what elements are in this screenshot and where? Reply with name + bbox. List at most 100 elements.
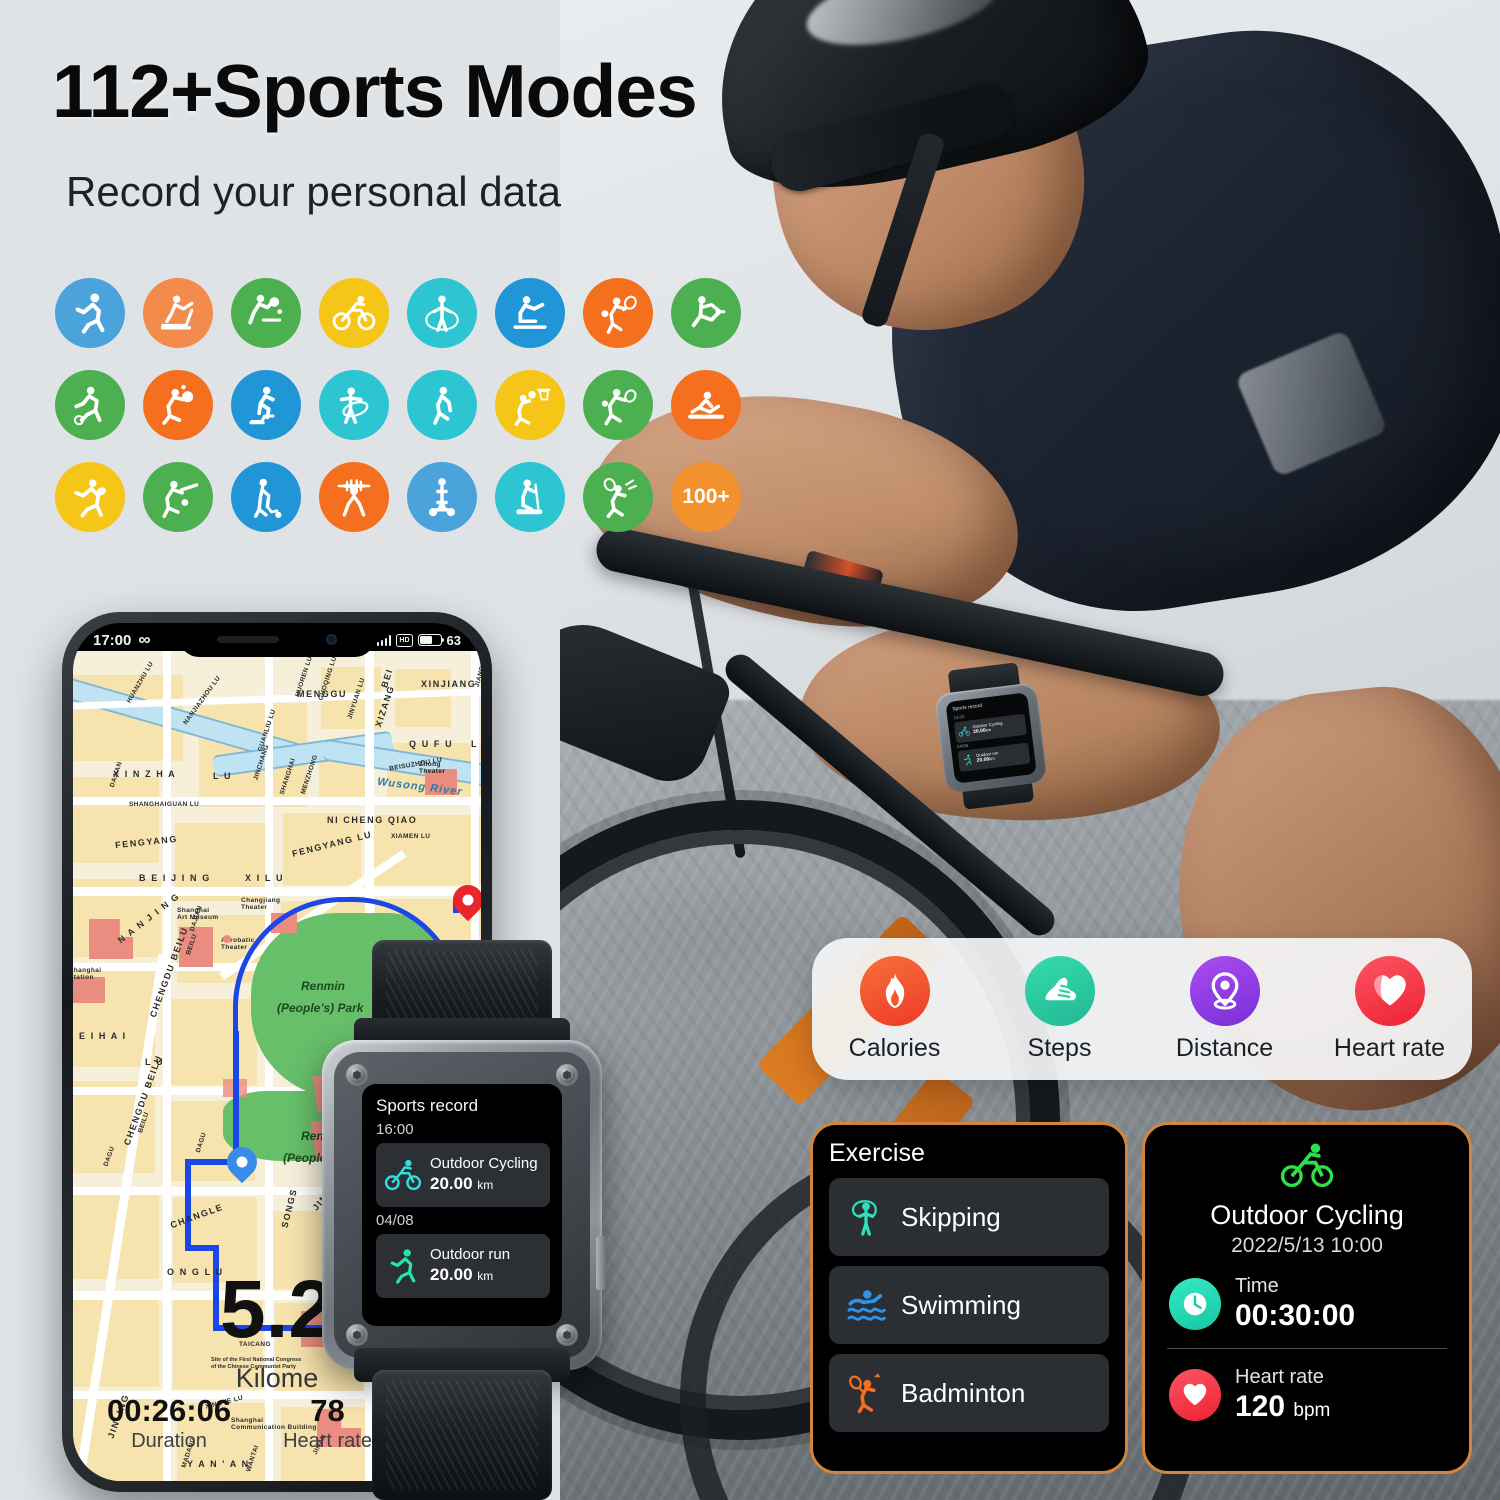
hula-hoop-icon (319, 370, 389, 440)
badminton-icon (583, 370, 653, 440)
cycling-icon (1280, 1143, 1334, 1188)
headline: 112+Sports Modes (52, 49, 698, 133)
badminton-icon (849, 1373, 881, 1414)
exercise-panel-title: Exercise (829, 1139, 925, 1167)
heart-icon (1373, 974, 1406, 1005)
feature-calories: Calories (820, 955, 970, 1063)
treadmill-icon (143, 278, 213, 348)
cycling-metric-time: Time 00:30:00 (1161, 1274, 1453, 1334)
watch-activity-2: Outdoor run (430, 1245, 511, 1263)
duration-value: 00:26:06 (106, 1392, 232, 1428)
running-icon (390, 1249, 416, 1284)
racket-sport-icon (583, 462, 653, 532)
feature-distance: Distance (1150, 955, 1300, 1063)
watch-case: Sports record 16:00 Outdoor Cycling 20.0… (322, 1040, 606, 1370)
walking-icon (407, 370, 477, 440)
watch-side-button[interactable] (596, 1236, 606, 1290)
watch-strap-bottom (372, 1370, 552, 1500)
watch-screw-bl (346, 1324, 368, 1346)
cycling-icon (384, 1159, 422, 1191)
location-pin-icon (1211, 971, 1238, 1010)
heart-icon (1183, 1383, 1207, 1406)
watch-group-date-2: 04/08 (376, 1212, 414, 1229)
watch-group-date-1: 16:00 (376, 1121, 414, 1138)
stepper-icon (495, 462, 565, 532)
status-time: 17:00 (93, 631, 132, 649)
battery-percent: 63 (446, 632, 461, 648)
feature-heart-rate: Heart rate (1315, 955, 1465, 1063)
hd-icon: HD (396, 633, 413, 647)
watch-record-card-2[interactable]: Outdoor run 20.00 km (376, 1234, 550, 1298)
phone-status-bar: 17:00 ∞ HD 63 (73, 623, 481, 657)
rugby-icon (55, 462, 125, 532)
table-tennis-icon (231, 278, 301, 348)
exercise-label-swimming: Swimming (901, 1289, 1021, 1320)
skipping-rope-icon (852, 1200, 877, 1236)
cycling-summary-panel: Outdoor Cycling 2022/5/13 10:00 Time 00:… (1142, 1122, 1472, 1474)
cycling-icon (958, 726, 970, 737)
battery-icon (417, 634, 445, 646)
feature-steps-label: Steps (1027, 1033, 1092, 1062)
cycling-datetime: 2022/5/13 10:00 (1231, 1234, 1383, 1257)
watch-screen-title: Sports record (376, 1096, 479, 1115)
clock-icon (1183, 1292, 1207, 1316)
watch-screw-tr (556, 1064, 578, 1086)
soccer-icon (55, 370, 125, 440)
exercise-item-badminton[interactable]: Badminton (829, 1354, 1109, 1432)
running-icon (55, 278, 125, 348)
feature-steps: Steps (985, 955, 1135, 1063)
rowing-icon (495, 278, 565, 348)
golf-icon (231, 462, 301, 532)
signal-bars-icon (376, 634, 392, 646)
watch-record-card-1[interactable]: Outdoor Cycling 20.00 km (376, 1143, 550, 1207)
infinity-icon: ∞ (138, 630, 151, 649)
wrist-watch-screen: Sports record 16:00 Outdoor Cycling 20.0… (945, 692, 1037, 784)
watch-screw-br (556, 1324, 578, 1346)
feature-calories-label: Calories (848, 1033, 941, 1062)
volleyball-icon (143, 370, 213, 440)
feature-heart-rate-label: Heart rate (1333, 1033, 1446, 1062)
cycling-icon (319, 278, 389, 348)
subheadline: Record your personal data (66, 168, 561, 215)
baseball-icon (143, 462, 213, 532)
exercise-label-badminton: Badminton (901, 1377, 1026, 1408)
climbing-icon (231, 370, 301, 440)
cycling-heart-rate-unit: bpm (1293, 1400, 1331, 1421)
shoe-icon (1045, 977, 1076, 1000)
exercise-item-skipping[interactable]: Skipping (829, 1178, 1109, 1256)
cycling-time-label: Time (1235, 1275, 1279, 1297)
sports-modes-grid: 100+ (55, 278, 759, 554)
segway-icon (407, 462, 477, 532)
exercise-item-swimming[interactable]: Swimming (829, 1266, 1109, 1344)
panel-divider (1167, 1348, 1447, 1349)
watch-unit-1: km (477, 1178, 494, 1193)
wrist-distance-1: 20.00 (972, 728, 987, 736)
watch-unit-2: km (477, 1269, 494, 1284)
wrist-distance-2: 20.00 (976, 756, 990, 765)
flame-icon (885, 972, 904, 1008)
duration-label: Duration (131, 1430, 207, 1452)
watch-distance-1: 20.00 (430, 1174, 473, 1194)
product-marketing-image: Sports record 16:00 Outdoor Cycling 20.0… (0, 0, 1500, 1500)
watch-distance-2: 20.00 (430, 1265, 473, 1285)
cycling-heart-rate-label: Heart rate (1235, 1366, 1324, 1388)
yoga-icon (671, 278, 741, 348)
running-icon (964, 754, 972, 766)
exercise-label-skipping: Skipping (901, 1201, 1001, 1232)
feature-pill-bar: Calories Steps Distance Heart rate (812, 938, 1472, 1080)
watch-screw-tl (346, 1064, 368, 1086)
swimming-icon (847, 1290, 886, 1321)
cycling-time-value: 00:30:00 (1235, 1299, 1356, 1332)
duration-stat: 00:26:06 Duration (106, 1392, 232, 1453)
watch-screen[interactable]: Sports record 16:00 Outdoor Cycling 20.0… (362, 1084, 562, 1326)
cycling-metric-heart-rate: Heart rate 120 bpm (1161, 1365, 1453, 1425)
feature-distance-label: Distance (1175, 1033, 1274, 1062)
cycling-activity-name: Outdoor Cycling (1210, 1200, 1404, 1230)
sit-ups-icon (671, 370, 741, 440)
wrist-smartwatch: Sports record 16:00 Outdoor Cycling 20.0… (923, 662, 1060, 810)
skipping-rope-icon (407, 278, 477, 348)
sports-more-badge: 100+ (671, 462, 741, 532)
exercise-panel: Exercise Skipping Swimming Badminton (810, 1122, 1128, 1474)
weightlifting-icon (319, 462, 389, 532)
tennis-icon (583, 278, 653, 348)
